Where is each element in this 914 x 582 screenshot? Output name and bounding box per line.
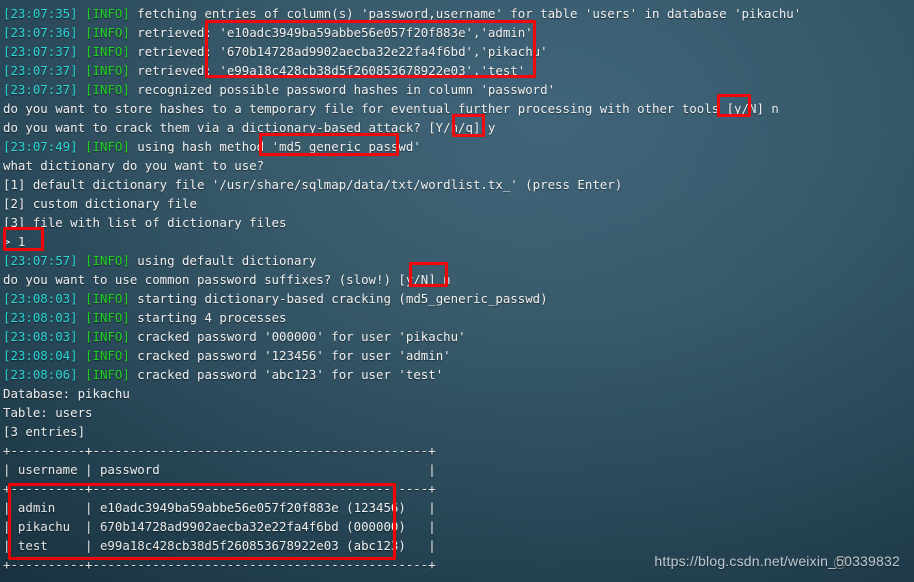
log-text: do you want to crack them via a dictiona… [3, 120, 496, 135]
terminal-line: +----------+----------------------------… [3, 441, 914, 460]
terminal-line: [23:08:03] [INFO] cracked password '0000… [3, 327, 914, 346]
terminal-line: [2] custom dictionary file [3, 194, 914, 213]
log-text: do you want to use common password suffi… [3, 272, 451, 287]
log-timestamp: [23:08:03] [3, 310, 78, 325]
log-text: +----------+----------------------------… [3, 557, 436, 572]
log-text: cracked password '123456' for user 'admi… [129, 348, 451, 363]
terminal-line: [23:07:37] [INFO] retrieved: 'e99a18c428… [3, 61, 914, 80]
terminal-line: [3 entries] [3, 422, 914, 441]
log-text: using hash method 'md5_generic_passwd' [129, 139, 421, 154]
terminal-line: | username | password | [3, 460, 914, 479]
terminal-line: [23:07:37] [INFO] recognized possible pa… [3, 80, 914, 99]
log-text: | pikachu | 670b14728ad9902aecba32e22fa4… [3, 519, 436, 534]
log-text: [3 entries] [3, 424, 86, 439]
log-text: Table: users [3, 405, 93, 420]
log-timestamp: [23:07:36] [3, 25, 78, 40]
terminal-line: [1] default dictionary file '/usr/share/… [3, 175, 914, 194]
log-timestamp: [23:07:35] [3, 6, 78, 21]
log-level: [INFO] [85, 25, 130, 40]
log-text: fetching entries of column(s) 'password,… [129, 6, 802, 21]
terminal-line: [23:07:57] [INFO] using default dictiona… [3, 251, 914, 270]
log-text: retrieved: 'e10adc3949ba59abbe56e057f20f… [129, 25, 533, 40]
terminal-screenshot: [23:07:35] [INFO] fetching entries of co… [0, 0, 914, 582]
log-level: [INFO] [85, 310, 130, 325]
log-timestamp: [23:08:06] [3, 367, 78, 382]
log-text: starting 4 processes [129, 310, 287, 325]
terminal-line: [23:07:36] [INFO] retrieved: 'e10adc3949… [3, 23, 914, 42]
log-timestamp: [23:07:37] [3, 44, 78, 59]
log-text: | test | e99a18c428cb38d5f260853678922e0… [3, 538, 436, 553]
log-text: [1] default dictionary file '/usr/share/… [3, 177, 623, 192]
terminal-line: [23:08:03] [INFO] starting dictionary-ba… [3, 289, 914, 308]
terminal-line: Database: pikachu [3, 384, 914, 403]
log-text: starting dictionary-based cracking (md5_… [129, 291, 548, 306]
log-timestamp: [23:07:37] [3, 82, 78, 97]
terminal-line: [23:08:03] [INFO] starting 4 processes [3, 308, 914, 327]
log-text: recognized possible password hashes in c… [129, 82, 556, 97]
log-text: | admin | e10adc3949ba59abbe56e057f20f88… [3, 500, 436, 515]
log-text: cracked password 'abc123' for user 'test… [129, 367, 444, 382]
log-level: [INFO] [85, 82, 130, 97]
terminal-output[interactable]: [23:07:35] [INFO] fetching entries of co… [0, 0, 914, 574]
log-text: using default dictionary [129, 253, 317, 268]
terminal-line: Table: users [3, 403, 914, 422]
log-text: Database: pikachu [3, 386, 130, 401]
terminal-line: | admin | e10adc3949ba59abbe56e057f20f88… [3, 498, 914, 517]
log-text: > 1 [3, 234, 26, 249]
log-timestamp: [23:07:57] [3, 253, 78, 268]
terminal-line: do you want to use common password suffi… [3, 270, 914, 289]
log-timestamp: [23:07:49] [3, 139, 78, 154]
terminal-line: [23:07:49] [INFO] using hash method 'md5… [3, 137, 914, 156]
terminal-line: [23:08:06] [INFO] cracked password 'abc1… [3, 365, 914, 384]
log-level: [INFO] [85, 367, 130, 382]
log-timestamp: [23:08:03] [3, 329, 78, 344]
terminal-line: | pikachu | 670b14728ad9902aecba32e22fa4… [3, 517, 914, 536]
log-timestamp: [23:08:04] [3, 348, 78, 363]
watermark-text: https://blog.csdn.net/weixin_50339832 [654, 553, 900, 569]
log-text: +----------+----------------------------… [3, 481, 436, 496]
log-level: [INFO] [85, 44, 130, 59]
log-level: [INFO] [85, 329, 130, 344]
log-level: [INFO] [85, 6, 130, 21]
terminal-line: +----------+----------------------------… [3, 479, 914, 498]
log-level: [INFO] [85, 348, 130, 363]
log-text: [2] custom dictionary file [3, 196, 197, 211]
log-timestamp: [23:08:03] [3, 291, 78, 306]
log-text: retrieved: '670b14728ad9902aecba32e22fa4… [129, 44, 548, 59]
log-text: do you want to store hashes to a tempora… [3, 101, 779, 116]
terminal-line: do you want to store hashes to a tempora… [3, 99, 914, 118]
log-text: +----------+----------------------------… [3, 443, 436, 458]
terminal-line: [23:08:04] [INFO] cracked password '1234… [3, 346, 914, 365]
terminal-line: [23:07:35] [INFO] fetching entries of co… [3, 4, 914, 23]
terminal-line: [3] file with list of dictionary files [3, 213, 914, 232]
terminal-line: what dictionary do you want to use? [3, 156, 914, 175]
log-text: cracked password '000000' for user 'pika… [129, 329, 466, 344]
log-text: retrieved: 'e99a18c428cb38d5f26085367892… [129, 63, 526, 78]
log-text: what dictionary do you want to use? [3, 158, 265, 173]
log-level: [INFO] [85, 139, 130, 154]
log-level: [INFO] [85, 253, 130, 268]
terminal-line: > 1 [3, 232, 914, 251]
terminal-line: [23:07:37] [INFO] retrieved: '670b14728a… [3, 42, 914, 61]
watermark: https://blog.csdn.net/weixin_50339832 @ [654, 552, 900, 571]
terminal-line: do you want to crack them via a dictiona… [3, 118, 914, 137]
log-text: [3] file with list of dictionary files [3, 215, 287, 230]
log-text: | username | password | [3, 462, 436, 477]
log-level: [INFO] [85, 291, 130, 306]
log-level: [INFO] [85, 63, 130, 78]
log-timestamp: [23:07:37] [3, 63, 78, 78]
watermark-badge-icon: @ [832, 554, 848, 571]
